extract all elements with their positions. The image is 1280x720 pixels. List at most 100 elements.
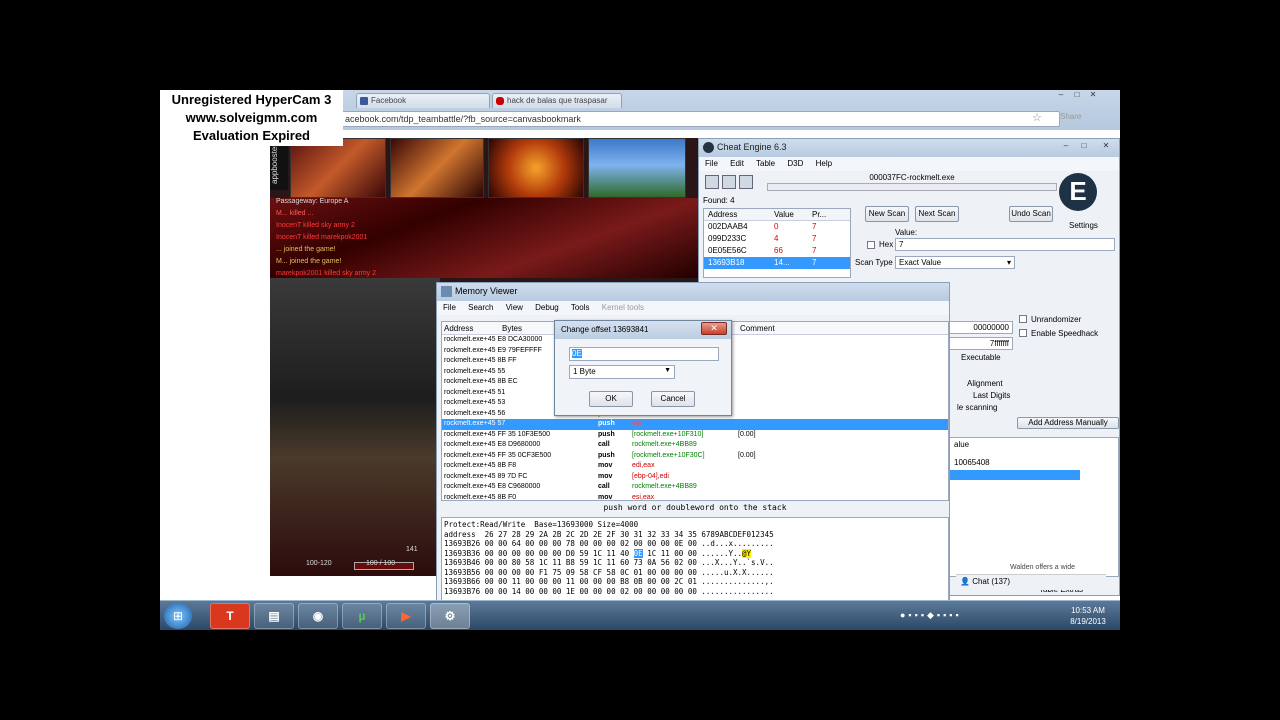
offset-input[interactable]: 0E	[569, 347, 719, 361]
minimize-button[interactable]: –	[1059, 141, 1073, 151]
value-input[interactable]: 7	[895, 238, 1115, 251]
hypercam-watermark: Unregistered HyperCam 3 www.solveigmm.co…	[160, 90, 343, 146]
unrandomizer-checkbox[interactable]	[1019, 315, 1027, 323]
close-button[interactable]: ✕	[1099, 141, 1113, 151]
banner-axe[interactable]	[390, 138, 484, 198]
hex-checkbox[interactable]	[867, 241, 875, 249]
found-address-row[interactable]: 13693B18 14... 7	[704, 257, 850, 269]
taskbar: ⊞ T ▤ ◉ µ ▶ ⚙ ●▪▪▪◆▪▪▪▪ 10:53 AM 8/19/20…	[160, 600, 1120, 630]
share-button[interactable]: Share	[1060, 112, 1081, 121]
screen: Facebook hack de balas que traspasar – □…	[0, 0, 1280, 720]
close-button[interactable]: ✕	[1086, 90, 1100, 100]
menu-d3d[interactable]: D3D	[787, 159, 803, 168]
maximize-button[interactable]: □	[1070, 90, 1084, 100]
system-tray[interactable]: ●▪▪▪◆▪▪▪▪	[900, 610, 962, 621]
scan-type-select[interactable]: Exact Value ▾	[895, 256, 1015, 269]
chevron-down-icon: ▼	[664, 367, 671, 374]
menu-help[interactable]: Help	[816, 159, 832, 168]
column-address[interactable]: Address	[708, 210, 737, 219]
undo-scan-button[interactable]: Undo Scan	[1009, 206, 1053, 222]
disassembly-row[interactable]: rockmelt.exe+45 8B F8 mov edi,eax	[442, 461, 948, 472]
next-scan-button[interactable]: Next Scan	[915, 206, 959, 222]
taskbar-app-t[interactable]: T	[210, 603, 250, 629]
banner-trophy[interactable]	[588, 138, 686, 198]
disassembly-row[interactable]: rockmelt.exe+45 8B F0 mov esi,eax	[442, 493, 948, 501]
cheat-engine-menu: File Edit Table D3D Help	[699, 157, 1119, 171]
last-digits-label[interactable]: Last Digits	[973, 391, 1010, 400]
menu-edit[interactable]: Edit	[730, 159, 744, 168]
start-button[interactable]: ⊞	[164, 603, 192, 629]
byte-type-select[interactable]: 1 Byte ▼	[569, 365, 675, 379]
found-address-row[interactable]: 002DAAB4 0 7	[704, 221, 850, 233]
open-icon[interactable]	[722, 175, 736, 189]
close-icon[interactable]: ✕	[701, 322, 727, 335]
chat-bar[interactable]: 👤 Chat (137)	[956, 574, 1106, 590]
disassembly-row[interactable]: rockmelt.exe+45 E8 D9680000 call rockmelt.…	[442, 440, 948, 451]
menu-search[interactable]: Search	[468, 303, 493, 312]
found-address-row[interactable]: 0E05E56C 66 7	[704, 245, 850, 257]
speedhack-checkbox[interactable]	[1019, 329, 1027, 337]
kill-feed-entry: ... joined the game!	[276, 246, 336, 253]
clock[interactable]: 10:53 AM 8/19/2013	[1060, 605, 1116, 627]
disassembly-addr: rockmelt.exe+45 E8 C9680000	[444, 483, 541, 490]
process-select-icon[interactable]	[705, 175, 719, 189]
cheat-table-selected-row[interactable]	[950, 470, 1080, 480]
menu-kernel-tools[interactable]: Kernel tools	[602, 303, 644, 312]
new-scan-button[interactable]: New Scan	[865, 206, 909, 222]
save-icon[interactable]	[739, 175, 753, 189]
column-value[interactable]: Value	[774, 210, 794, 219]
tab-facebook[interactable]: Facebook	[356, 93, 490, 108]
column-address[interactable]: Address	[444, 324, 473, 333]
alignment-label[interactable]: Alignment	[967, 379, 1003, 388]
settings-link[interactable]: Settings	[1069, 221, 1098, 230]
disassembly-cmt: [0.00]	[738, 430, 756, 438]
disassembly-row[interactable]: rockmelt.exe+45 FF 35 10F3E500 push [rockm…	[442, 430, 948, 441]
scan-type-label: Scan Type	[855, 258, 893, 267]
column-previous[interactable]: Pr...	[812, 210, 826, 219]
taskbar-cheat-engine-icon[interactable]: ⚙	[430, 603, 470, 629]
maximize-button[interactable]: □	[1077, 141, 1091, 151]
ok-button[interactable]: OK	[589, 391, 633, 407]
memory-viewer-titlebar: Memory Viewer	[437, 283, 949, 301]
taskbar-folder-icon[interactable]: ▤	[254, 603, 294, 629]
cancel-button[interactable]: Cancel	[651, 391, 695, 407]
add-address-button[interactable]: Add Address Manually	[1017, 417, 1119, 429]
found-address-row[interactable]: 099D233C 4 7	[704, 233, 850, 245]
menu-table[interactable]: Table	[756, 159, 775, 168]
disassembly-addr: rockmelt.exe+45 8B F0	[444, 493, 517, 501]
disassembly-op: call	[598, 441, 610, 448]
star-icon[interactable]: ☆	[1032, 111, 1042, 124]
banner-fighter[interactable]	[488, 138, 584, 198]
change-offset-dialog: Change offset 13693841 ✕ 0E 1 Byte ▼ OK C…	[554, 320, 732, 416]
hex-selected-byte[interactable]: 0E	[633, 548, 643, 558]
menu-file[interactable]: File	[705, 159, 718, 168]
cheat-engine-logo-icon[interactable]: E	[1059, 173, 1097, 211]
tab-youtube[interactable]: hack de balas que traspasar	[492, 93, 622, 108]
found-address: 099D233C	[708, 234, 747, 243]
chat-ad-text: Walden offers a wide	[1010, 564, 1075, 571]
cheat-table[interactable]: alue 10065408	[949, 437, 1119, 577]
offset-input-value: 0E	[572, 349, 582, 358]
hex-row: 13693B66 00 00 11 00 00 00 11 00 00 00 B…	[444, 577, 774, 586]
minimize-button[interactable]: –	[1054, 90, 1068, 100]
clock-time: 10:53 AM	[1071, 606, 1105, 615]
address-bar[interactable]: acebook.com/tdp_teambattle/?fb_source=ca…	[340, 111, 1060, 127]
disassembly-row[interactable]: rockmelt.exe+45 89 7D FC mov [ebp-04],edi	[442, 472, 948, 483]
disassembly-row[interactable]: rockmelt.exe+45 E8 C9680000 call rockmelt.…	[442, 482, 948, 493]
column-bytes[interactable]: Bytes	[502, 324, 522, 333]
menu-debug[interactable]: Debug	[535, 303, 559, 312]
disassembly-addr: rockmelt.exe+45 89 7D FC	[444, 472, 528, 480]
banner-hammer[interactable]	[290, 138, 386, 198]
menu-view[interactable]: View	[506, 303, 523, 312]
disassembly-addr: rockmelt.exe+45 55	[444, 367, 506, 375]
disassembly-op: push	[598, 430, 615, 438]
taskbar-media-icon[interactable]: ▶	[386, 603, 426, 629]
found-address-list[interactable]: Address Value Pr... 002DAAB4 0 7 099D233C 4 7…	[703, 208, 851, 278]
taskbar-torrent-icon[interactable]: µ	[342, 603, 382, 629]
disassembly-row[interactable]: rockmelt.exe+45 FF 35 0CF3E500 push [rockm…	[442, 451, 948, 462]
disassembly-row[interactable]: rockmelt.exe+45 57 push edi	[442, 419, 948, 430]
menu-tools[interactable]: Tools	[571, 303, 590, 312]
column-comment[interactable]: Comment	[740, 324, 775, 333]
taskbar-browser-icon[interactable]: ◉	[298, 603, 338, 629]
menu-file[interactable]: File	[443, 303, 456, 312]
